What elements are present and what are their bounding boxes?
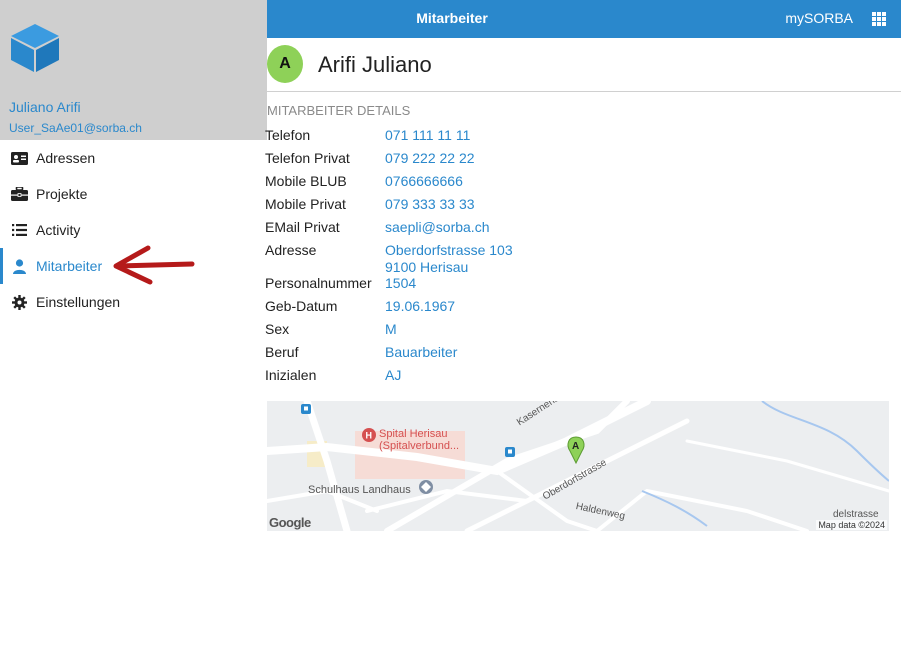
address-street: Oberdorfstrasse 103: [385, 242, 513, 258]
detail-label: Telefon Privat: [265, 150, 350, 166]
detail-label: Adresse: [265, 242, 317, 258]
hospital-line2: (Spitalverbund...: [379, 440, 460, 452]
detail-value: Bauarbeiter: [385, 344, 458, 360]
user-name: Juliano Arifi: [9, 99, 81, 115]
address-link[interactable]: Oberdorfstrasse 103 9100 Herisau: [385, 242, 513, 276]
detail-row-telefon: Telefon 071 111 11 11: [265, 124, 667, 147]
hospital-line1: Spital Herisau: [379, 428, 448, 440]
sidebar-item-label: Mitarbeiter: [36, 258, 103, 274]
toolbox-icon: [10, 185, 28, 203]
sidebar-item-label: Projekte: [36, 186, 88, 202]
detail-label: Beruf: [265, 344, 299, 360]
map-label-school: Schulhaus Landhaus: [308, 484, 411, 496]
employee-name: Arifi Juliano: [318, 52, 432, 77]
map-credit: Map data ©2024: [816, 520, 887, 530]
details-list: Telefon 071 111 11 11 Telefon Privat 079…: [265, 124, 667, 387]
detail-label: Inizialen: [265, 367, 317, 383]
phone-link[interactable]: 071 111 11 11: [385, 127, 470, 144]
detail-label: Geb-Datum: [265, 298, 338, 314]
phone-private-link[interactable]: 079 222 22 22: [385, 150, 475, 167]
detail-label: Mobile BLUB: [265, 173, 347, 189]
svg-text:H: H: [366, 431, 373, 441]
brand-link[interactable]: mySORBA: [785, 0, 853, 38]
cube-logo-icon: [11, 24, 59, 72]
map-label-hospital: Spital Herisau (Spitalverbund...: [379, 428, 459, 452]
sidebar-header: Juliano Arifi User_SaAe01@sorba.ch: [0, 0, 267, 140]
detail-row-sex: Sex M: [265, 318, 667, 341]
address-card-icon: [10, 149, 28, 167]
sidebar: Juliano Arifi User_SaAe01@sorba.ch Adres…: [0, 0, 267, 656]
user-email: User_SaAe01@sorba.ch: [9, 121, 142, 135]
detail-label: EMail Privat: [265, 219, 340, 235]
google-logo: Google: [269, 515, 311, 530]
employee-detail-panel: A Arifi Juliano MITARBEITER DETAILS Tele…: [265, 38, 901, 656]
mobile-private-link[interactable]: 079 333 33 33: [385, 196, 475, 213]
sidebar-item-activity[interactable]: Activity: [0, 212, 267, 248]
sidebar-item-label: Activity: [36, 222, 81, 238]
avatar: A: [267, 45, 303, 83]
section-title: MITARBEITER DETAILS: [267, 103, 411, 118]
sidebar-item-label: Adressen: [36, 150, 96, 166]
detail-value: M: [385, 321, 397, 337]
detail-label: Sex: [265, 321, 290, 337]
detail-row-beruf: Beruf Bauarbeiter: [265, 341, 667, 364]
divider: [267, 91, 901, 92]
detail-row-inizialen: Inizialen AJ: [265, 364, 667, 387]
detail-value: AJ: [385, 367, 402, 383]
detail-row-personalnummer: Personalnummer 1504: [265, 272, 667, 295]
detail-value: 1504: [385, 275, 417, 291]
sidebar-item-projekte[interactable]: Projekte: [0, 176, 267, 212]
detail-row-email-privat: EMail Privat saepli@sorba.ch: [265, 216, 667, 239]
sidebar-item-adressen[interactable]: Adressen: [0, 140, 267, 176]
sidebar-item-einstellungen[interactable]: Einstellungen: [0, 284, 267, 320]
detail-row-adresse: Adresse Oberdorfstrasse 103 9100 Herisau: [265, 239, 667, 275]
detail-label: Mobile Privat: [265, 196, 346, 212]
detail-value: 19.06.1967: [385, 298, 456, 314]
list-icon: [10, 221, 28, 239]
sidebar-item-label: Einstellungen: [36, 294, 121, 310]
mobile-link[interactable]: 0766666666: [385, 173, 463, 190]
detail-label: Personalnummer: [265, 275, 372, 291]
map-marker-label[interactable]: A: [572, 441, 579, 452]
person-icon: [10, 257, 28, 275]
detail-row-telefon-privat: Telefon Privat 079 222 22 22: [265, 147, 667, 170]
detail-row-mobile-privat: Mobile Privat 079 333 33 33: [265, 193, 667, 216]
location-map[interactable]: H Spital Herisau (Spitalverbund... Schul…: [267, 401, 889, 531]
gear-icon: [10, 293, 28, 311]
detail-row-mobile-blub: Mobile BLUB 0766666666: [265, 170, 667, 193]
sidebar-nav: Adressen Projekte Activity Mitarbeiter E…: [0, 140, 267, 320]
apps-grid-icon[interactable]: [872, 12, 886, 26]
detail-label: Telefon: [265, 127, 311, 143]
red-arrow-annotation-icon: [113, 245, 195, 285]
detail-row-geb-datum: Geb-Datum 19.06.1967: [265, 295, 667, 318]
email-link[interactable]: saepli@sorba.ch: [385, 219, 490, 236]
map-label-street: delstrasse: [833, 509, 879, 520]
